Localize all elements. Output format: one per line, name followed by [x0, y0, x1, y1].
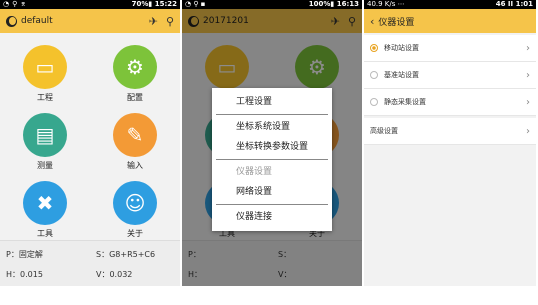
menu-divider: [216, 204, 328, 205]
setting-advanced[interactable]: 高级设置 ›: [364, 118, 536, 145]
menu-item-transform-params[interactable]: 坐标转换参数设置: [212, 137, 332, 157]
solution-status: P：固定解: [6, 250, 43, 259]
solution-info-panel: P：固定解 S：G8+R5+C6 H：0.015 V：0.032: [0, 240, 180, 286]
status-battery-time: 100%▮ 16:13: [308, 0, 359, 8]
menu-item-project-settings[interactable]: 工程设置: [212, 92, 332, 112]
status-icon: ⌆: [20, 0, 27, 8]
menu-item-instrument-connect[interactable]: 仪器连接: [212, 207, 332, 227]
tile-label: 工程: [37, 93, 53, 102]
tools-icon: ✖: [23, 181, 67, 225]
gear-icon: ⚙: [113, 45, 157, 89]
setting-label: 静态采集设置: [384, 98, 426, 106]
menu-item-coordinate-system[interactable]: 坐标系统设置: [212, 117, 332, 137]
config-popup-menu: 工程设置 坐标系统设置 坐标转换参数设置 仪器设置 网络设置 仪器连接: [212, 88, 332, 231]
tile-input[interactable]: ✎ 输入: [90, 113, 180, 171]
tile-config[interactable]: ⚙ 配置: [90, 45, 180, 103]
setting-static[interactable]: 静态采集设置 ›: [364, 89, 536, 116]
status-battery-time: 46 ⅠⅠ 1:01: [495, 0, 533, 8]
setting-label: 基准站设置: [384, 71, 419, 79]
main-menu-grid: ▭ 工程 ⚙ 配置 ▤ 测量 ✎ 输入 ✖ 工具 ☺ 关于: [0, 45, 180, 239]
horizontal-precision: H：0.015: [6, 270, 43, 279]
back-icon[interactable]: ‹: [370, 15, 374, 28]
radio-icon: [370, 71, 378, 79]
tile-label: 输入: [127, 161, 143, 170]
satellite-icon[interactable]: ✈: [149, 15, 158, 28]
chevron-right-icon: ›: [526, 96, 530, 108]
status-speed: 40.9 K/s ⋯: [367, 0, 405, 8]
settings-list: 移动站设置 › 基准站设置 › 静态采集设置 › 高级设置 ›: [364, 33, 536, 145]
chevron-right-icon: ›: [526, 69, 530, 81]
menu-divider: [216, 114, 328, 115]
edit-icon: ✎: [113, 113, 157, 157]
tile-tools[interactable]: ✖ 工具: [0, 181, 90, 239]
setting-rover[interactable]: 移动站设置 ›: [364, 35, 536, 62]
tile-measure[interactable]: ▤ 测量: [0, 113, 90, 171]
vertical-precision: V：0.032: [96, 270, 133, 279]
setting-label: 高级设置: [370, 127, 398, 135]
tile-label: 关于: [127, 229, 143, 238]
menu-item-network-settings[interactable]: 网络设置: [212, 182, 332, 202]
tile-label: 测量: [37, 161, 53, 170]
robot-icon: ☺: [113, 181, 157, 225]
page-title: 仪器设置: [378, 17, 415, 28]
chevron-right-icon: ›: [526, 125, 530, 137]
radio-selected-icon: [370, 44, 378, 52]
instrument-settings-screen: 40.9 K/s ⋯ 46 ⅠⅠ 1:01 ‹ 仪器设置 移动站设置 › 基准站…: [364, 0, 536, 286]
status-battery-time: 70%▮ 15:22: [131, 0, 177, 8]
project-title: default: [21, 16, 53, 26]
config-menu-screen: ◔ ⚲ ▪ 100%▮ 16:13 20171201 ✈ ⚲ ▭工程 ⚙配置 ▤…: [182, 0, 362, 286]
tile-label: 配置: [127, 93, 143, 102]
chevron-right-icon: ›: [526, 42, 530, 54]
satellite-count: S：G8+R5+C6: [96, 250, 156, 259]
logo-icon: [6, 15, 17, 27]
app-bar: ‹ 仪器设置: [364, 9, 536, 33]
station-icon[interactable]: ⚲: [166, 15, 174, 28]
app-bar: default ✈ ⚲: [0, 9, 180, 33]
status-icons: ◔ ⚲ ▪: [185, 0, 206, 8]
ruler-icon: ▤: [23, 113, 67, 157]
main-screen: ◔ ⚲ ⌆ 70%▮ 15:22 default ✈ ⚲ ▭ 工程 ⚙ 配置 ▤…: [0, 0, 180, 286]
radio-icon: [370, 98, 378, 106]
tile-about[interactable]: ☺ 关于: [90, 181, 180, 239]
status-icon: ⚲: [12, 0, 18, 8]
status-bar: ◔ ⚲ ⌆ 70%▮ 15:22: [0, 0, 180, 9]
tile-project[interactable]: ▭ 工程: [0, 45, 90, 103]
status-bar: 40.9 K/s ⋯ 46 ⅠⅠ 1:01: [364, 0, 536, 9]
setting-label: 移动站设置: [384, 44, 419, 52]
status-icon: ◔: [3, 0, 10, 8]
folder-icon: ▭: [23, 45, 67, 89]
setting-base[interactable]: 基准站设置 ›: [364, 62, 536, 89]
status-bar: ◔ ⚲ ▪ 100%▮ 16:13: [182, 0, 362, 9]
menu-divider: [216, 159, 328, 160]
tile-label: 工具: [37, 229, 53, 238]
menu-item-instrument-settings: 仪器设置: [236, 167, 273, 177]
